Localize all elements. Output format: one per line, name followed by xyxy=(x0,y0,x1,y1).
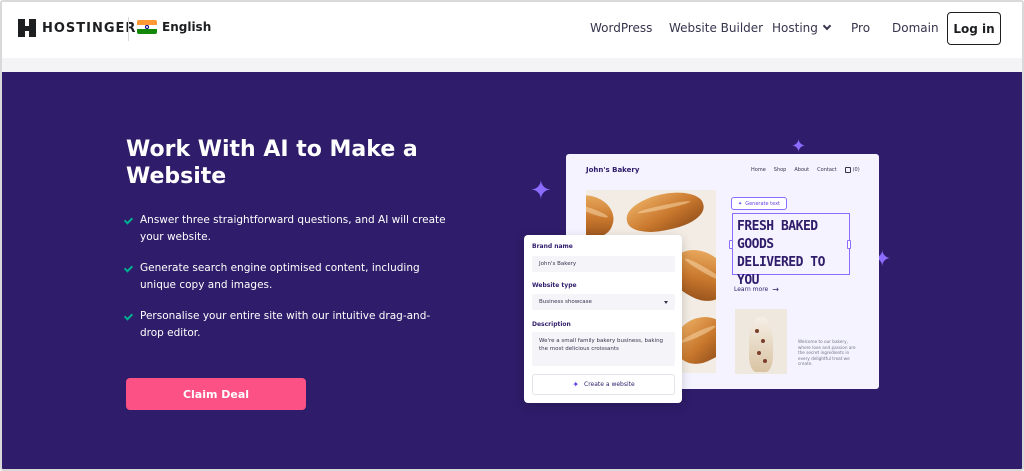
hostinger-logo-icon xyxy=(18,19,36,37)
sparkle-icon: ✦ xyxy=(572,380,580,389)
browser-frame: HOSTINGER English WordPress Website Buil… xyxy=(0,0,1024,471)
website-type-select[interactable]: Business showcase xyxy=(532,294,675,310)
preview-brand: John's Bakery xyxy=(586,166,640,174)
nav-website-builder[interactable]: Website Builder xyxy=(669,21,763,35)
feature-text: Generate search engine optimised content… xyxy=(140,262,420,291)
brand-name-input[interactable]: John's Bakery xyxy=(532,256,675,272)
logo-text: HOSTINGER xyxy=(42,20,137,36)
bread-photo xyxy=(735,309,787,374)
description-value: We're a small family bakery business, ba… xyxy=(539,338,664,352)
sparkle-icon: ✦ xyxy=(738,200,743,207)
ai-builder-form: Brand name John's Bakery Website type Bu… xyxy=(524,235,682,403)
preview-nav-about: About xyxy=(794,167,810,173)
brand-name-value: John's Bakery xyxy=(539,261,577,267)
resize-handle-left[interactable] xyxy=(729,240,733,249)
preview-nav-contact: Contact xyxy=(817,167,837,173)
feature-list: Answer three straightforward questions, … xyxy=(123,212,446,356)
check-icon xyxy=(123,263,134,273)
create-website-label: Create a website xyxy=(584,381,635,388)
header-divider xyxy=(128,17,129,41)
preview-cart-count: (0) xyxy=(852,167,860,173)
preview-nav-home: Home xyxy=(751,167,766,173)
india-flag-icon xyxy=(137,20,157,34)
hero-title: Work With AI to Make a Website xyxy=(126,137,418,189)
nav-wordpress[interactable]: WordPress xyxy=(590,21,652,35)
check-icon xyxy=(123,311,134,321)
language-label: English xyxy=(162,20,212,34)
chevron-down-icon xyxy=(822,21,832,31)
preview-nav: Home Shop About Contact (0) xyxy=(751,167,860,173)
generate-text-label: Generate text xyxy=(745,200,781,207)
preview-headline-box[interactable]: FRESH BAKED GOODS DELIVERED TO YOU xyxy=(732,213,850,288)
shopping-bag-icon xyxy=(844,167,851,173)
generate-text-chip[interactable]: ✦ Generate text xyxy=(731,197,788,210)
preview-learn-more: Learn more → xyxy=(734,285,779,294)
site-header: HOSTINGER English WordPress Website Buil… xyxy=(2,2,1022,58)
nav-domain[interactable]: Domain xyxy=(892,21,939,35)
feature-item: Answer three straightforward questions, … xyxy=(123,212,446,246)
preview-nav-shop: Shop xyxy=(773,167,787,173)
nav-pro[interactable]: Pro xyxy=(851,21,870,35)
description-textarea[interactable]: We're a small family bakery business, ba… xyxy=(532,332,675,366)
feature-text: Personalise your entire site with our in… xyxy=(140,310,431,339)
language-selector[interactable]: English xyxy=(137,20,211,34)
feature-item: Personalise your entire site with our in… xyxy=(123,308,446,342)
preview-cart: (0) xyxy=(844,167,860,173)
arrow-right-icon: → xyxy=(772,285,779,294)
check-icon xyxy=(123,215,134,225)
preview-about-text: Welcome to our bakery, where love and pa… xyxy=(798,339,856,366)
preview-headline: FRESH BAKED GOODS DELIVERED TO YOU xyxy=(737,219,825,288)
feature-item: Generate search engine optimised content… xyxy=(123,260,446,294)
create-website-button[interactable]: ✦ Create a website xyxy=(532,374,675,395)
hostinger-logo[interactable]: HOSTINGER xyxy=(18,19,136,37)
website-type-label: Website type xyxy=(532,282,577,289)
dropdown-caret-icon xyxy=(664,300,668,304)
header-spacer xyxy=(2,58,1022,72)
feature-text: Answer three straightforward questions, … xyxy=(140,214,446,243)
hero-section: Work With AI to Make a Website Answer th… xyxy=(2,72,1022,469)
nav-hosting[interactable]: Hosting xyxy=(772,21,832,35)
brand-name-label: Brand name xyxy=(532,243,573,250)
claim-deal-button[interactable]: Claim Deal xyxy=(126,378,306,410)
resize-handle-right[interactable] xyxy=(847,240,851,249)
website-type-value: Business showcase xyxy=(539,299,592,305)
sparkle-icon: ✦ xyxy=(530,176,552,206)
learn-more-label: Learn more xyxy=(734,286,769,293)
description-label: Description xyxy=(532,321,571,328)
nav-hosting-label: Hosting xyxy=(772,21,818,35)
login-button[interactable]: Log in xyxy=(947,12,1001,45)
